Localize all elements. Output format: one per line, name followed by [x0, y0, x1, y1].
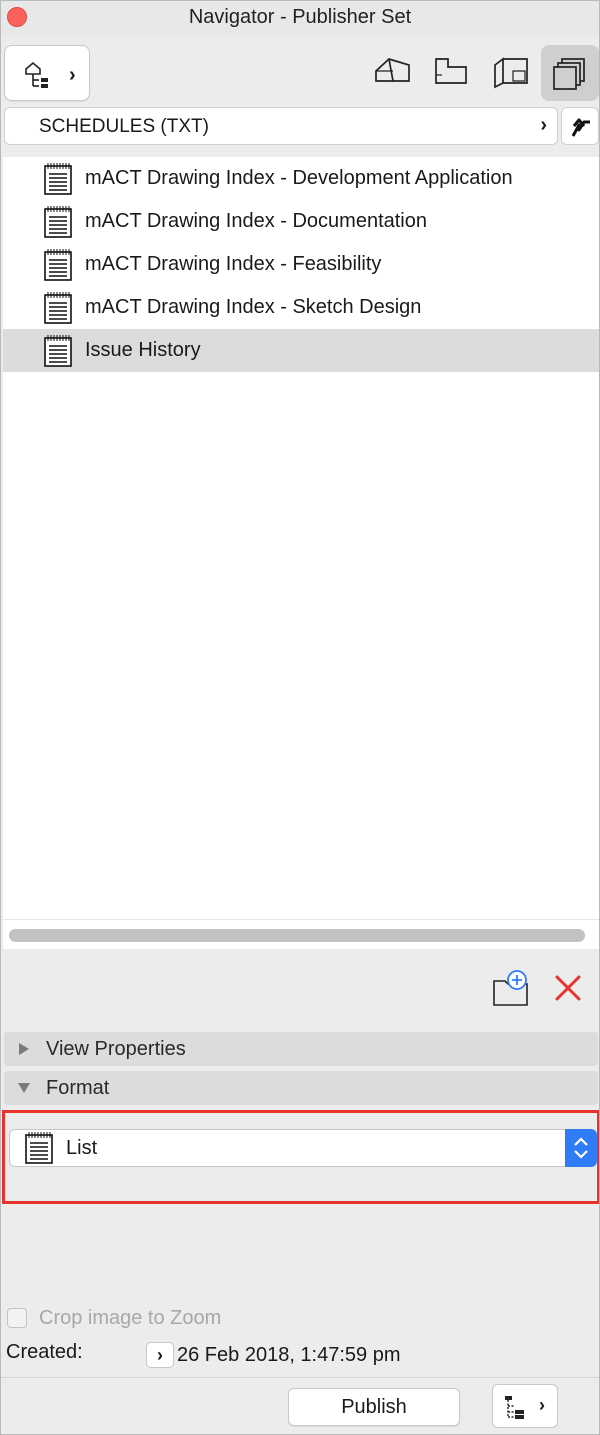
scrollbar-thumb[interactable]: [9, 929, 585, 942]
project-map-button[interactable]: [373, 51, 417, 95]
layout-book-icon: [494, 57, 528, 89]
select-stepper[interactable]: [565, 1129, 597, 1167]
new-folder-icon: [493, 970, 528, 1006]
schedule-doc-icon: [44, 292, 72, 324]
navigator-window: Navigator - Publisher Set › SCHEDULES (T…: [0, 0, 600, 1435]
organizer-tree-icon: [505, 1396, 524, 1419]
list-item-label: Issue History: [85, 339, 201, 361]
format-select[interactable]: List: [9, 1129, 597, 1167]
map-switch-button[interactable]: ›: [4, 45, 90, 101]
house-icon: [375, 58, 410, 82]
created-label: Created:: [6, 1341, 83, 1363]
created-expand-button[interactable]: ›: [146, 1342, 174, 1368]
publisher-sets-icon: [553, 58, 585, 90]
list-item[interactable]: mACT Drawing Index - Development Applica…: [3, 157, 599, 200]
chevron-right-icon: ›: [539, 1395, 545, 1415]
schedule-doc-icon: [44, 163, 72, 195]
navigator-toolbar: ›: [1, 35, 599, 103]
schedule-doc-icon: [44, 335, 72, 367]
schedule-doc-icon: [44, 249, 72, 281]
view-map-button[interactable]: [432, 51, 476, 95]
created-value: 26 Feb 2018, 1:47:59 pm: [177, 1344, 401, 1366]
panel-label: View Properties: [46, 1038, 186, 1060]
panel-label: Format: [46, 1077, 110, 1099]
new-folder-button[interactable]: [491, 969, 531, 1009]
schedule-doc-icon: [44, 206, 72, 238]
window-title: Navigator - Publisher Set: [188, 6, 412, 28]
chevron-right-icon: ›: [69, 64, 76, 86]
disclosure-down-icon: [18, 1083, 30, 1093]
path-label: SCHEDULES (TXT): [39, 116, 209, 137]
list-item-selected[interactable]: Issue History: [3, 329, 599, 372]
format-select-value: List: [66, 1137, 98, 1159]
list-item[interactable]: mACT Drawing Index - Documentation: [3, 200, 599, 243]
chevron-right-icon: ›: [540, 114, 547, 136]
crop-image-checkbox[interactable]: [7, 1308, 27, 1328]
crop-image-label: Crop image to Zoom: [39, 1307, 222, 1329]
close-window-button[interactable]: [7, 7, 27, 27]
floor-plan-icon: [435, 58, 467, 84]
list-item-label: mACT Drawing Index - Development Applica…: [85, 167, 513, 189]
up-down-chevron-icon: [574, 1137, 588, 1159]
disclosure-right-icon: [19, 1043, 29, 1055]
organizer-button[interactable]: ›: [492, 1384, 558, 1428]
delete-x-icon: [555, 975, 581, 1001]
delete-button[interactable]: [553, 973, 587, 1007]
publish-button[interactable]: Publish: [288, 1388, 460, 1426]
layout-book-button[interactable]: [491, 51, 535, 95]
publisher-set-list: mACT Drawing Index - Development Applica…: [3, 157, 599, 919]
list-item-label: mACT Drawing Index - Sketch Design: [85, 296, 422, 318]
tree-map-icon: [25, 61, 48, 88]
list-item[interactable]: mACT Drawing Index - Sketch Design: [3, 286, 599, 329]
footer-divider: [1, 1377, 599, 1378]
schedule-doc-icon: [25, 1132, 53, 1164]
up-arrow-icon: [571, 118, 590, 137]
list-item-label: mACT Drawing Index - Feasibility: [85, 253, 382, 275]
list-item-label: mACT Drawing Index - Documentation: [85, 210, 427, 232]
list-item[interactable]: mACT Drawing Index - Feasibility: [3, 243, 599, 286]
horizontal-scrollbar[interactable]: [3, 919, 599, 949]
format-panel-header[interactable]: Format: [4, 1071, 598, 1105]
go-up-button[interactable]: [561, 107, 599, 145]
view-properties-panel-header[interactable]: View Properties: [4, 1032, 598, 1066]
format-highlight-box: List: [2, 1110, 599, 1204]
path-bar[interactable]: SCHEDULES (TXT) ›: [4, 107, 558, 145]
publisher-sets-button[interactable]: [541, 45, 599, 101]
title-bar: Navigator - Publisher Set: [1, 1, 599, 35]
